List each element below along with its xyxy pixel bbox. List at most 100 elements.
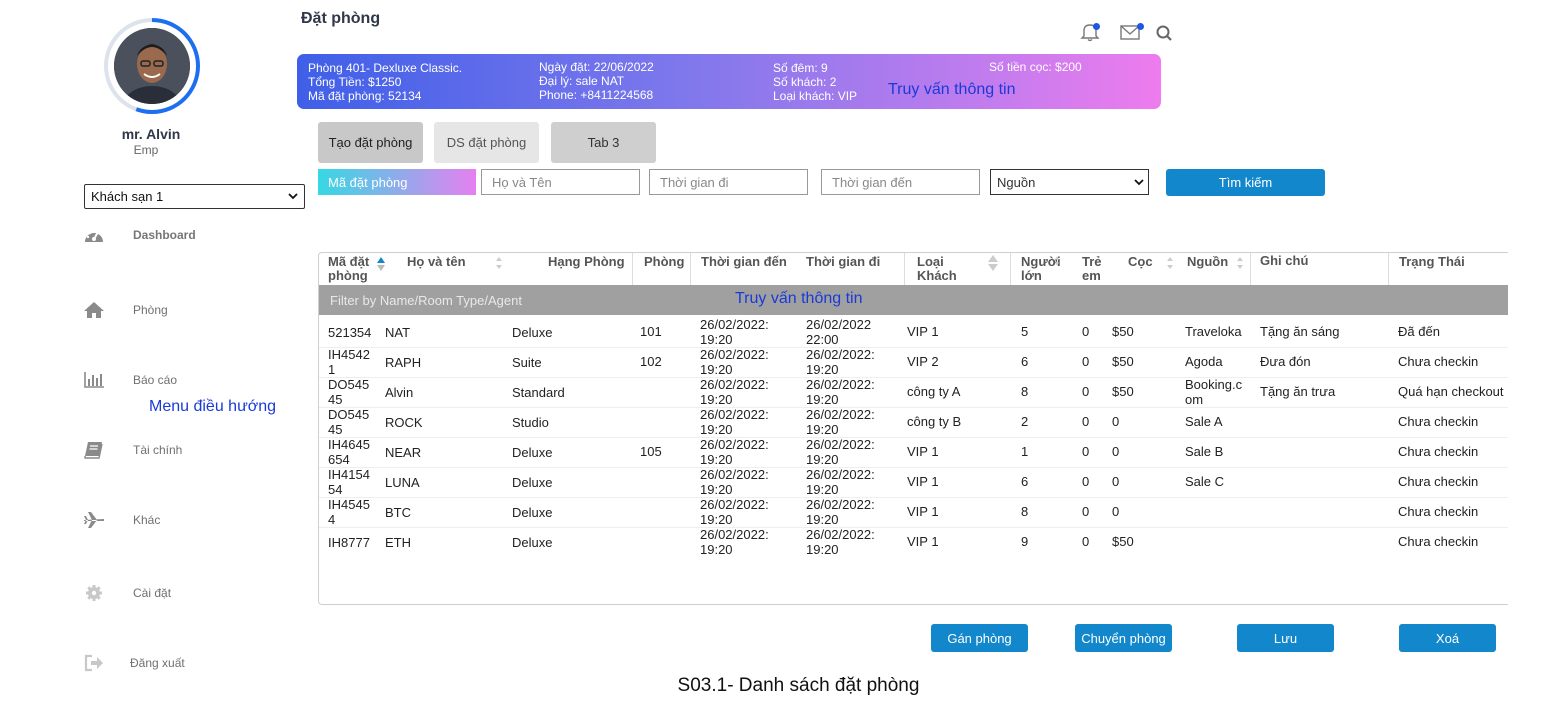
cell-depart: 26/02/2022: xyxy=(806,497,875,512)
hotel-select[interactable]: Khách sạn 1 xyxy=(84,184,305,209)
sort-icon[interactable] xyxy=(1236,255,1244,271)
table-row[interactable]: DO545 45 Alvin Standard 26/02/2022: 19:2… xyxy=(319,377,1508,408)
sort-asc-icon[interactable] xyxy=(377,256,385,272)
notification-bell-icon[interactable] xyxy=(1079,22,1101,42)
sort-icon[interactable] xyxy=(988,254,998,272)
cell-depart: 26/02/2022: xyxy=(806,467,875,482)
col-header-status[interactable]: Trạng Thái xyxy=(1399,255,1465,269)
user-name: mr. Alvin xyxy=(121,126,181,142)
assign-room-button[interactable]: Gán phòng xyxy=(931,624,1028,652)
table-filter-bar[interactable]: Filter by Name/Room Type/Agent Truy vấn … xyxy=(319,285,1508,315)
sort-icon[interactable] xyxy=(495,255,503,271)
sort-icon[interactable] xyxy=(1166,255,1174,271)
cell-deposit: 0 xyxy=(1112,414,1120,429)
cell-depart-time: 19:20 xyxy=(806,392,839,407)
cell-room-type: Deluxe xyxy=(512,505,553,520)
name-input[interactable]: Họ và Tên xyxy=(481,169,640,195)
table-row[interactable]: IH4542 1 RAPH Suite 102 26/02/2022: 19:2… xyxy=(319,347,1508,378)
cell-arrive-time: 19:20 xyxy=(700,542,733,557)
sidebar-item-finance[interactable]: Tài chính xyxy=(82,437,292,463)
col-header-note[interactable]: Ghi chú xyxy=(1260,254,1308,268)
cell-code-wrap: 654 xyxy=(328,452,350,467)
depart-time-input[interactable]: Thời gian đi xyxy=(649,169,808,195)
sidebar-item-logout[interactable]: Đăng xuất xyxy=(82,650,292,676)
table-row[interactable]: IH4645 654 NEAR Deluxe 105 26/02/2022: 1… xyxy=(319,437,1508,468)
booking-code-input[interactable]: Mã đặt phòng xyxy=(318,169,476,195)
cell-room-type: Studio xyxy=(512,415,549,430)
move-room-button[interactable]: Chuyển phòng xyxy=(1075,624,1172,652)
cell-code-wrap: 1 xyxy=(328,362,336,377)
table-row[interactable]: IH4154 54 LUNA Deluxe 26/02/2022: 19:20 … xyxy=(319,467,1508,498)
col-header-room[interactable]: Phòng xyxy=(644,255,684,269)
sidebar-item-label: Khác xyxy=(133,513,161,527)
cell-code: DO545 xyxy=(328,407,370,422)
cell-children: 0 xyxy=(1082,504,1090,519)
sidebar-item-label: Phòng xyxy=(133,303,168,317)
cell-depart-time: 19:20 xyxy=(806,422,839,437)
banner-date: Ngày đặt: 22/06/2022 xyxy=(539,60,654,74)
table-row[interactable]: DO545 45 ROCK Studio 26/02/2022: 19:20 2… xyxy=(319,407,1508,438)
tab-create-booking[interactable]: Tạo đặt phòng xyxy=(318,122,423,163)
search-icon[interactable] xyxy=(1155,22,1177,42)
col-header-guest-type[interactable]: Loại Khách xyxy=(917,255,967,283)
sidebar-item-dashboard[interactable]: Dashboard xyxy=(82,222,292,248)
table-filter-input[interactable]: Filter by Name/Room Type/Agent xyxy=(330,293,522,308)
cell-arrive: 26/02/2022: xyxy=(700,467,769,482)
col-header-children[interactable]: Trẻ em xyxy=(1082,255,1106,283)
cell-room-type: Deluxe xyxy=(512,475,553,490)
sidebar-item-rooms[interactable]: Phòng xyxy=(82,297,292,323)
cell-arrive: 26/02/2022: xyxy=(700,377,769,392)
col-header-depart[interactable]: Thời gian đi xyxy=(806,255,880,269)
delete-button[interactable]: Xoá xyxy=(1399,624,1496,652)
search-button[interactable]: Tìm kiếm xyxy=(1166,169,1325,196)
banner-nights: Số đêm: 9 xyxy=(773,61,828,75)
cell-code: 521354 xyxy=(328,325,372,340)
cell-deposit: $50 xyxy=(1112,324,1134,339)
col-header-room-type[interactable]: Hạng Phòng xyxy=(548,255,625,269)
cell-deposit: $50 xyxy=(1112,384,1134,399)
cell-children: 0 xyxy=(1082,354,1090,369)
cell-adults: 6 xyxy=(1021,354,1029,369)
sort-icon[interactable] xyxy=(1054,255,1060,267)
cell-source: Agoda xyxy=(1185,354,1223,369)
cell-children: 0 xyxy=(1082,444,1090,459)
table-row[interactable]: IH4545 4 BTC Deluxe 26/02/2022: 19:20 26… xyxy=(319,497,1508,528)
cell-status: Chưa checkin xyxy=(1398,474,1479,489)
mail-icon[interactable] xyxy=(1119,22,1144,42)
home-icon xyxy=(82,300,106,320)
notification-dot xyxy=(1093,23,1100,30)
tab-3[interactable]: Tab 3 xyxy=(551,122,656,163)
cell-note: Đưa đón xyxy=(1260,354,1311,369)
col-header-source[interactable]: Nguồn xyxy=(1187,255,1228,269)
col-header-deposit[interactable]: Cọc xyxy=(1128,255,1153,269)
source-select[interactable]: Nguồn xyxy=(990,169,1149,195)
cell-code: IH4154 xyxy=(328,467,370,482)
save-button[interactable]: Lưu xyxy=(1237,624,1334,652)
tab-booking-list[interactable]: DS đặt phòng xyxy=(434,122,539,163)
cell-arrive-time: 19:20 xyxy=(700,452,733,467)
cell-arrive-time: 19:20 xyxy=(700,482,733,497)
banner-guest-type: Loại khách: VIP xyxy=(773,89,858,103)
cell-arrive: 26/02/2022: xyxy=(700,437,769,452)
cell-depart: 26/02/2022: xyxy=(806,437,875,452)
cell-adults: 8 xyxy=(1021,504,1029,519)
sidebar-item-reports[interactable]: Báo cáo xyxy=(82,367,292,393)
table-row[interactable]: IH8777 ETH Deluxe 26/02/2022: 19:20 26/0… xyxy=(319,527,1508,558)
sidebar-item-label: Đăng xuất xyxy=(130,656,185,670)
col-header-code[interactable]: Mã đặt phòng xyxy=(328,255,374,283)
avatar[interactable] xyxy=(114,28,190,104)
cell-adults: 1 xyxy=(1021,444,1029,459)
cell-guest-type: VIP 1 xyxy=(907,444,939,459)
gear-icon xyxy=(82,583,106,603)
col-header-arrive[interactable]: Thời gian đến xyxy=(701,255,787,269)
sidebar-item-label: Báo cáo xyxy=(133,373,178,387)
booking-table: Mã đặt phòng Họ và tên Hạng Phòng Phòng … xyxy=(318,252,1508,605)
cell-arrive-time: 19:20 xyxy=(700,362,733,377)
cell-arrive-time: 19:20 xyxy=(700,422,733,437)
table-row[interactable]: 521354 NAT Deluxe 101 26/02/2022: 19:20 … xyxy=(319,317,1508,348)
banner-guests: Số khách: 2 xyxy=(773,75,837,89)
sidebar-item-settings[interactable]: Cài đặt xyxy=(82,580,292,606)
sidebar-item-other[interactable]: Khác xyxy=(82,507,292,533)
col-header-name[interactable]: Họ và tên xyxy=(407,255,466,269)
arrive-time-input[interactable]: Thời gian đến xyxy=(821,169,980,195)
